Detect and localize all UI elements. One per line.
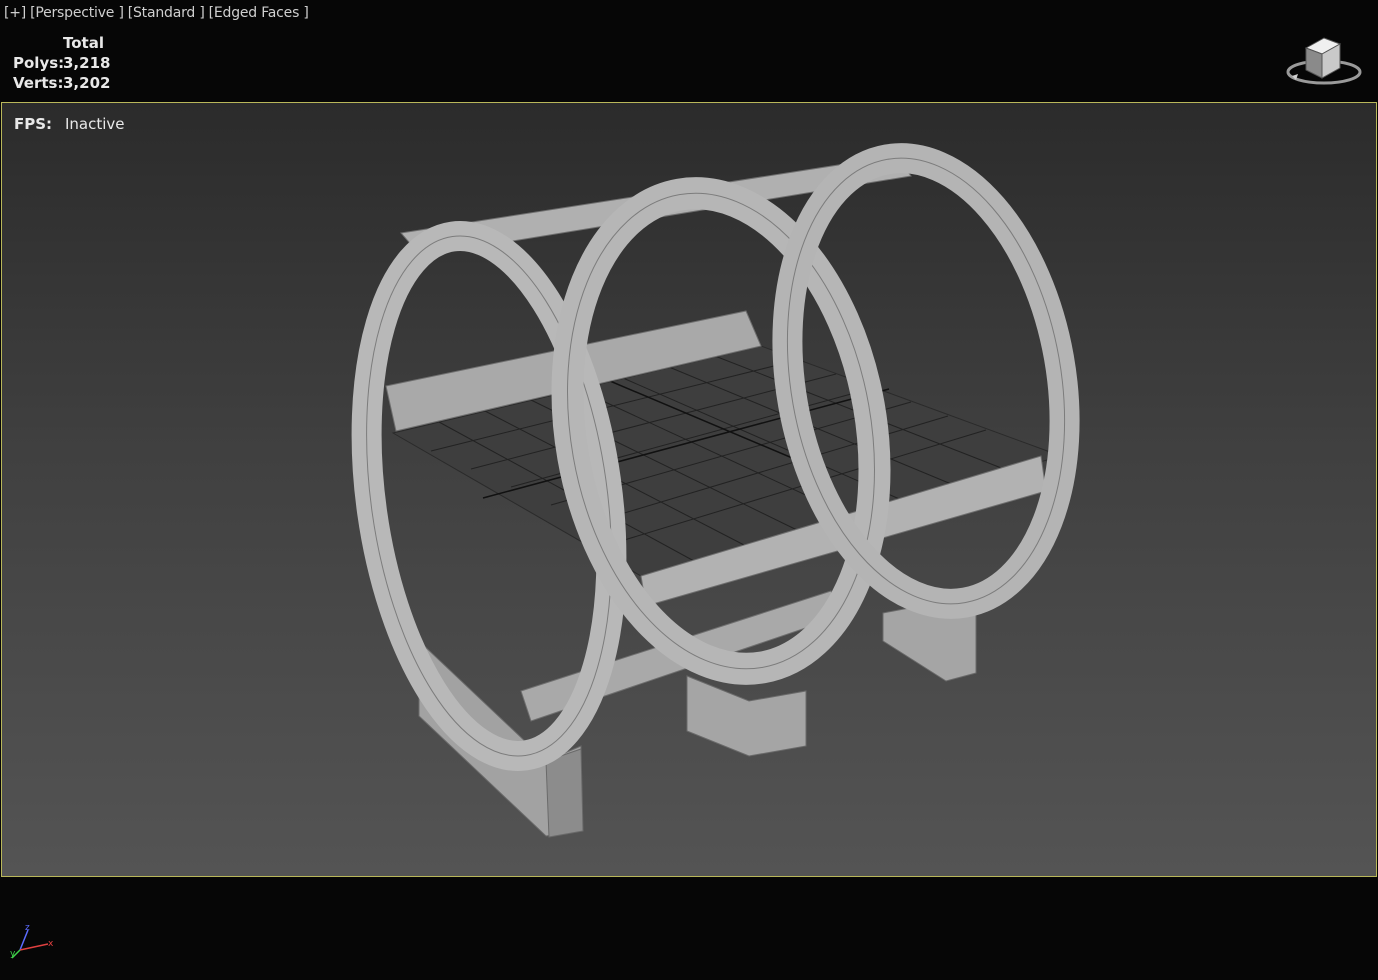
- axis-y-label: y: [10, 949, 16, 959]
- viewport-plus-menu[interactable]: [+]: [4, 5, 26, 21]
- viewport-view-menu[interactable]: [Perspective ]: [30, 5, 124, 21]
- stats-header: Total: [63, 34, 104, 52]
- polys-label: Polys:: [13, 54, 65, 72]
- viewport-label-menu[interactable]: [+] [Perspective ] [Standard ] [Edged Fa…: [4, 5, 309, 21]
- axis-tripod-icon: z x y: [8, 920, 58, 960]
- polys-value: 3,218: [63, 54, 111, 72]
- viewport-shading-menu[interactable]: [Standard ]: [128, 5, 205, 21]
- verts-label: Verts:: [13, 74, 64, 92]
- verts-value: 3,202: [63, 74, 111, 92]
- viewport-scene: [351, 143, 1080, 838]
- viewport-edges-menu[interactable]: [Edged Faces ]: [209, 5, 309, 21]
- statistics-panel: Total Polys: 3,218 Verts: 3,202: [13, 33, 110, 93]
- perspective-viewport[interactable]: FPS: Inactive: [1, 102, 1377, 877]
- viewcube-icon[interactable]: [1284, 30, 1364, 92]
- axis-x-label: x: [48, 939, 54, 949]
- axis-z-label: z: [25, 923, 30, 933]
